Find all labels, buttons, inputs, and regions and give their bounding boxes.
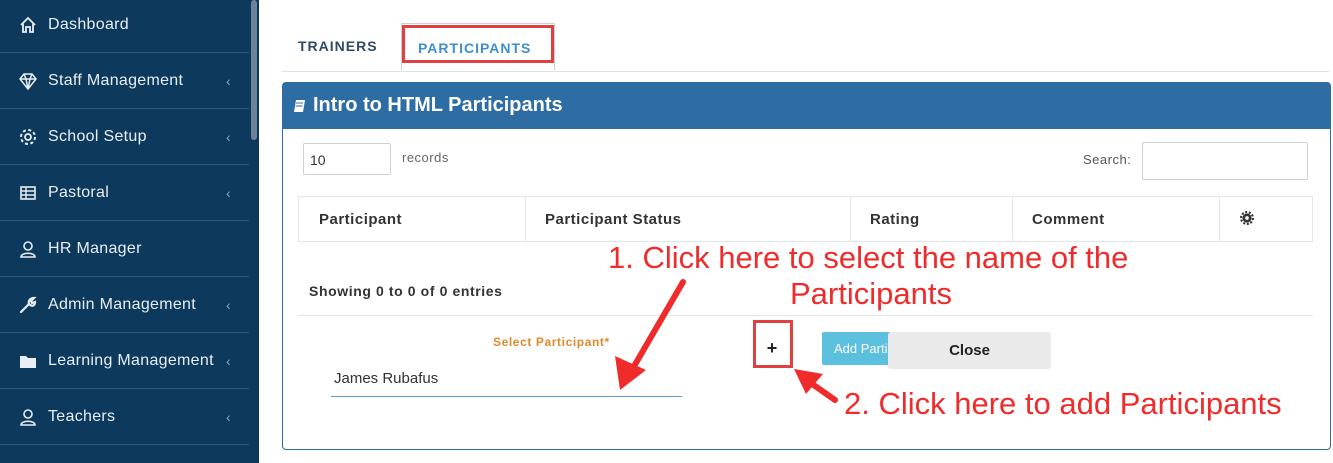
sidebar: Dashboard Staff Management ‹ School Setu… bbox=[0, 0, 259, 463]
folder-icon bbox=[20, 355, 36, 368]
sidebar-item-dashboard[interactable]: Dashboard bbox=[0, 0, 249, 53]
search-label: Search: bbox=[1083, 152, 1132, 167]
highlight-box-plus bbox=[753, 320, 793, 368]
chevron-left-icon: ‹ bbox=[226, 296, 231, 313]
divider bbox=[298, 315, 1313, 316]
column-header-comment[interactable]: Comment bbox=[1012, 197, 1220, 241]
chevron-left-icon: ‹ bbox=[226, 128, 231, 145]
sidebar-item-teachers[interactable]: Teachers ‹ bbox=[0, 389, 249, 445]
select-participant-field[interactable]: James Rubafus bbox=[331, 362, 682, 397]
add-participant-button[interactable]: Add Participant bbox=[822, 332, 892, 365]
column-header-participant[interactable]: Participant bbox=[299, 197, 526, 241]
annotation-step1-line1: 1. Click here to select the name of the bbox=[608, 240, 1129, 275]
sidebar-item-pastoral[interactable]: Pastoral ‹ bbox=[0, 165, 249, 221]
sidebar-item-label: Pastoral bbox=[48, 183, 110, 201]
panel-header: Intro to HTML Participants bbox=[283, 83, 1330, 129]
chevron-left-icon: ‹ bbox=[226, 184, 231, 201]
home-icon bbox=[20, 16, 36, 33]
table-info: Showing 0 to 0 of 0 entries bbox=[309, 283, 503, 299]
records-label: records bbox=[402, 150, 449, 165]
annotation-step2: 2. Click here to add Participants bbox=[844, 386, 1282, 421]
sidebar-item-label: Staff Management bbox=[48, 71, 184, 89]
user-icon bbox=[20, 240, 36, 258]
search-input[interactable] bbox=[1142, 142, 1308, 180]
column-header-status[interactable]: Participant Status bbox=[525, 197, 851, 241]
table-header: Participant Participant Status Rating Co… bbox=[298, 196, 1313, 242]
panel-title: Intro to HTML Participants bbox=[313, 94, 563, 116]
book-icon bbox=[294, 100, 305, 112]
records-length-input[interactable]: 10 bbox=[303, 143, 391, 175]
gear-icon bbox=[20, 128, 36, 145]
gear-icon bbox=[1240, 211, 1254, 225]
diamond-icon bbox=[19, 72, 37, 90]
close-button[interactable]: Close bbox=[888, 332, 1051, 369]
column-label: Participant bbox=[319, 211, 403, 228]
sidebar-item-label: Admin Management bbox=[48, 295, 196, 313]
sidebar-item-school-setup[interactable]: School Setup ‹ bbox=[0, 109, 249, 165]
add-participant-label: Add Participant bbox=[834, 341, 892, 356]
sidebar-item-staff-management[interactable]: Staff Management ‹ bbox=[0, 53, 249, 109]
sidebar-item-admin-management[interactable]: Admin Management ‹ bbox=[0, 277, 249, 333]
table-icon bbox=[20, 185, 36, 200]
column-label: Participant Status bbox=[545, 211, 682, 228]
sidebar-scroll-thumb[interactable] bbox=[251, 0, 257, 140]
highlight-box-tab bbox=[402, 25, 554, 63]
column-header-settings[interactable] bbox=[1219, 197, 1313, 241]
sidebar-item-learning-management[interactable]: Learning Management ‹ bbox=[0, 333, 249, 389]
chevron-left-icon: ‹ bbox=[226, 352, 231, 369]
column-header-rating[interactable]: Rating bbox=[850, 197, 1013, 241]
sidebar-item-hr-manager[interactable]: HR Manager bbox=[0, 221, 249, 277]
chevron-left-icon: ‹ bbox=[226, 408, 231, 425]
sidebar-item-label: Learning Management bbox=[48, 351, 214, 369]
annotation-step1-line2: Participants bbox=[790, 276, 952, 311]
tab-trainers[interactable]: TRAINERS bbox=[298, 38, 378, 54]
column-label: Comment bbox=[1032, 211, 1105, 228]
sidebar-item-label: Dashboard bbox=[48, 15, 129, 33]
select-participant-value: James Rubafus bbox=[334, 370, 439, 387]
sidebar-item-label: Teachers bbox=[48, 407, 116, 425]
column-label: Rating bbox=[870, 211, 920, 228]
sidebar-item-label: School Setup bbox=[48, 127, 147, 145]
select-participant-label: Select Participant* bbox=[493, 335, 610, 349]
sidebar-item-label: HR Manager bbox=[48, 239, 142, 257]
user-icon bbox=[20, 408, 36, 426]
wrench-icon bbox=[19, 296, 37, 313]
chevron-left-icon: ‹ bbox=[226, 72, 231, 89]
